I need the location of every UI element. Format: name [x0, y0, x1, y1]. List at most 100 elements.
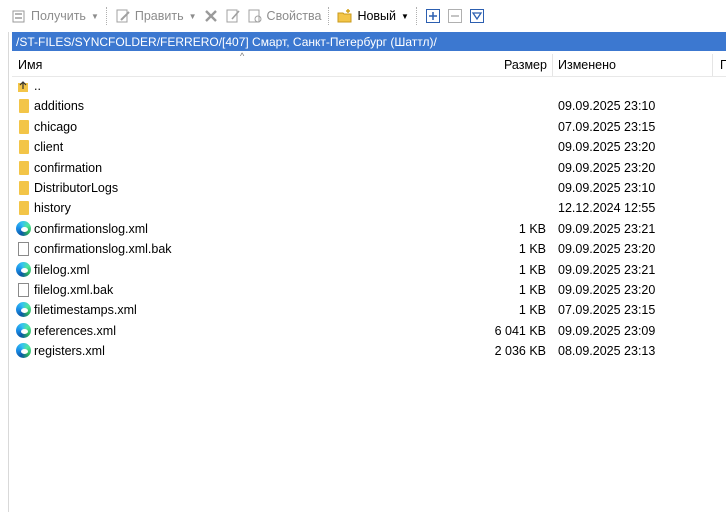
file-name: confirmationslog.xml.bak	[34, 242, 172, 257]
folder-icon	[19, 160, 29, 175]
edit-dropdown-icon: ▼	[188, 11, 197, 21]
table-row[interactable]: filelog.xml.bak 1 KB 09.09.2025 23:20	[12, 280, 726, 300]
file-modified: 09.09.2025 23:10	[558, 180, 656, 195]
edit-button[interactable]: Править ▼	[112, 4, 200, 28]
edge-browser-icon	[16, 343, 31, 359]
collapse-button[interactable]	[444, 4, 466, 28]
current-path: /ST-FILES/SYNCFOLDER/FERRERO/[407] Смарт…	[16, 34, 437, 49]
document-icon	[18, 282, 29, 297]
file-list: .. additions 09.09.2025 23:10 chicago 07.09.…	[12, 76, 726, 361]
file-name: filelog.xml	[34, 262, 90, 277]
parent-folder-icon	[18, 80, 28, 92]
file-name: client	[34, 140, 64, 155]
edit-label: Править	[134, 9, 184, 23]
minus-icon	[447, 8, 463, 24]
file-name: confirmation	[34, 160, 103, 175]
properties-icon	[247, 8, 263, 24]
column-header-extra[interactable]: П	[720, 58, 726, 72]
get-label: Получить	[31, 9, 86, 23]
document-icon	[18, 242, 29, 257]
table-row[interactable]: filetimestamps.xml 1 KB 07.09.2025 23:15	[12, 300, 726, 320]
folder-icon	[19, 140, 29, 155]
file-modified: 09.09.2025 23:20	[558, 282, 656, 297]
filter-icon	[469, 8, 485, 24]
download-icon	[11, 8, 27, 24]
column-divider[interactable]	[552, 54, 553, 76]
folder-icon	[19, 201, 29, 216]
table-row[interactable]: client 09.09.2025 23:20	[12, 137, 726, 157]
plus-icon	[425, 8, 441, 24]
file-name: filetimestamps.xml	[34, 303, 137, 318]
file-name: additions	[34, 99, 85, 114]
file-name: ..	[34, 79, 41, 93]
table-row[interactable]: references.xml 6 041 KB 09.09.2025 23:09	[12, 321, 726, 341]
sort-ascending-icon: ^	[240, 51, 245, 61]
rename-button[interactable]	[222, 4, 244, 28]
file-size: 1 KB	[518, 282, 546, 297]
file-modified: 07.09.2025 23:15	[558, 119, 656, 134]
delete-icon	[203, 8, 219, 24]
file-modified: 08.09.2025 23:13	[558, 344, 656, 359]
folder-icon	[19, 119, 29, 134]
new-button[interactable]: Новый ▼	[334, 4, 412, 28]
file-modified: 09.09.2025 23:20	[558, 242, 656, 257]
properties-label: Свойства	[266, 9, 322, 23]
new-folder-icon	[337, 8, 353, 24]
file-list-header: Имя ^ Размер Изменено П	[12, 51, 726, 77]
table-row[interactable]: additions 09.09.2025 23:10	[12, 96, 726, 116]
new-label: Новый	[357, 9, 397, 23]
get-dropdown-icon: ▼	[90, 11, 99, 21]
file-modified: 09.09.2025 23:21	[558, 262, 656, 277]
rename-icon	[225, 8, 241, 24]
table-row[interactable]: chicago 07.09.2025 23:15	[12, 117, 726, 137]
get-button[interactable]: Получить ▼	[8, 4, 102, 28]
table-row[interactable]: filelog.xml 1 KB 09.09.2025 23:21	[12, 260, 726, 280]
column-header-name[interactable]: Имя	[18, 58, 42, 72]
toolbar-separator	[415, 7, 418, 25]
file-name: chicago	[34, 119, 78, 134]
filter-button[interactable]	[466, 4, 488, 28]
column-header-size[interactable]: Размер	[504, 58, 547, 72]
file-size: 1 KB	[518, 242, 546, 257]
file-size: 1 KB	[518, 221, 546, 236]
adjacent-pane-edge	[0, 0, 9, 512]
edit-icon	[115, 8, 131, 24]
file-size: 1 KB	[518, 262, 546, 277]
edge-browser-icon	[16, 261, 31, 277]
file-name: references.xml	[34, 323, 116, 338]
edge-browser-icon	[16, 302, 31, 318]
file-size: 2 036 KB	[494, 344, 546, 359]
file-name: registers.xml	[34, 344, 105, 359]
file-name: history	[34, 201, 71, 216]
table-row[interactable]: registers.xml 2 036 KB 08.09.2025 23:13	[12, 341, 726, 361]
file-modified: 09.09.2025 23:20	[558, 160, 656, 175]
file-modified: 09.09.2025 23:21	[558, 221, 656, 236]
file-modified: 12.12.2024 12:55	[558, 201, 656, 216]
path-bar[interactable]: /ST-FILES/SYNCFOLDER/FERRERO/[407] Смарт…	[12, 32, 726, 51]
toolbar: Получить ▼ Править ▼ Свойства Новый ▼	[8, 0, 726, 32]
edge-browser-icon	[16, 220, 31, 236]
file-name: filelog.xml.bak	[34, 282, 114, 297]
table-row[interactable]: confirmation 09.09.2025 23:20	[12, 158, 726, 178]
toolbar-separator	[105, 7, 108, 25]
new-dropdown-icon: ▼	[401, 11, 409, 21]
table-row[interactable]: confirmationslog.xml.bak 1 KB 09.09.2025 2…	[12, 239, 726, 259]
file-size: 6 041 KB	[494, 323, 546, 338]
delete-button[interactable]	[200, 4, 222, 28]
file-modified: 09.09.2025 23:20	[558, 140, 656, 155]
properties-button[interactable]: Свойства	[244, 4, 325, 28]
table-row[interactable]: DistributorLogs 09.09.2025 23:10	[12, 178, 726, 198]
file-modified: 07.09.2025 23:15	[558, 303, 656, 318]
column-divider[interactable]	[712, 54, 713, 76]
folder-icon	[19, 99, 29, 114]
table-row[interactable]: confirmationslog.xml 1 KB 09.09.2025 23:21	[12, 219, 726, 239]
expand-button[interactable]	[422, 4, 444, 28]
file-modified: 09.09.2025 23:09	[558, 323, 656, 338]
file-modified: 09.09.2025 23:10	[558, 99, 656, 114]
table-row[interactable]: ..	[12, 76, 726, 96]
table-row[interactable]: history 12.12.2024 12:55	[12, 198, 726, 218]
edge-browser-icon	[16, 322, 31, 338]
file-name: DistributorLogs	[34, 180, 119, 195]
file-name: confirmationslog.xml	[34, 221, 148, 236]
column-header-modified[interactable]: Изменено	[558, 58, 616, 72]
